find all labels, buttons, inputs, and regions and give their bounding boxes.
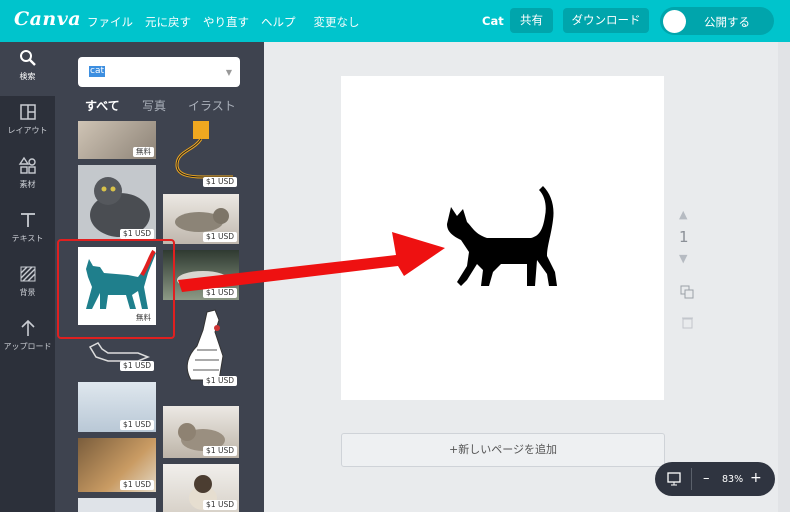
page-number: 1 (679, 228, 689, 246)
zoom-out-button[interactable]: – (703, 471, 710, 486)
page-down-icon[interactable]: ▼ (679, 252, 687, 265)
delete-page-icon[interactable] (682, 316, 693, 329)
page-up-icon[interactable]: ▲ (679, 208, 687, 221)
present-icon[interactable] (667, 472, 681, 486)
add-page-button[interactable]: +新しいページを追加 (341, 433, 665, 467)
zoom-level[interactable]: 83% (722, 474, 743, 485)
copy-page-icon[interactable] (680, 285, 694, 299)
zoom-in-button[interactable]: + (750, 470, 762, 486)
zoom-divider (691, 468, 692, 490)
zoom-bar: – 83% + (655, 462, 775, 496)
